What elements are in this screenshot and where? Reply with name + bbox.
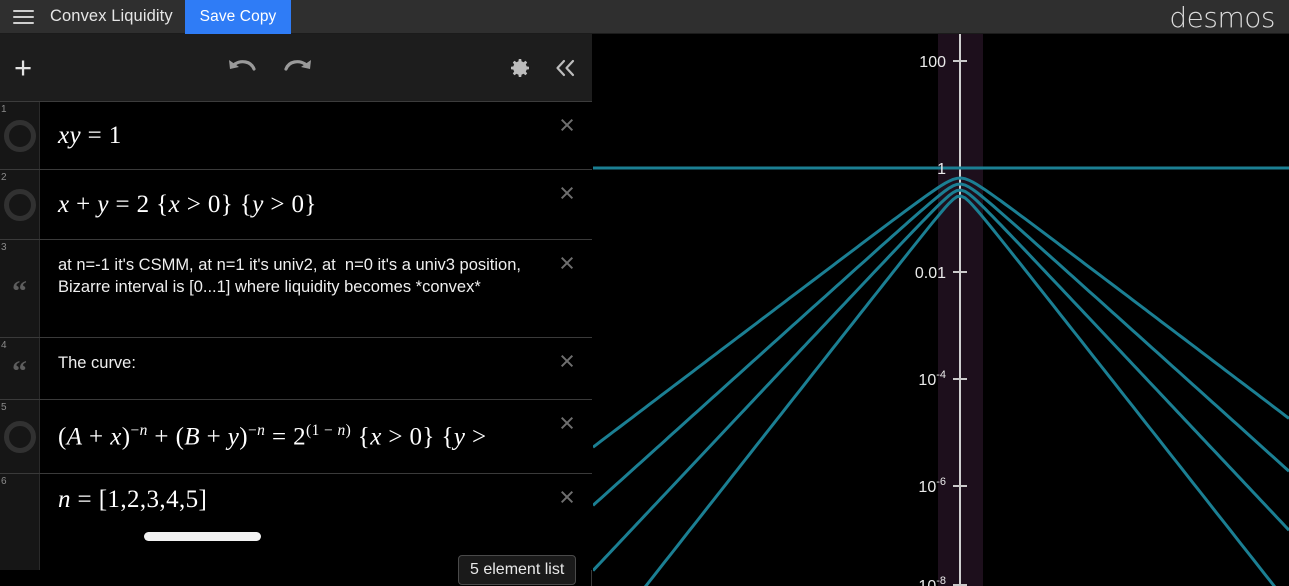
expression-panel: + 1 xy = 1 × 2 x + y = 2 {x > 0} {y > 0}… <box>0 34 592 586</box>
list-drag-handle[interactable] <box>144 532 261 541</box>
note-text: The curve: <box>58 354 136 372</box>
delete-expression-button[interactable]: × <box>554 484 580 511</box>
math-expression: n = [1,2,3,4,5] <box>58 486 208 513</box>
gear-icon[interactable] <box>508 56 532 80</box>
plot-toggle-circle[interactable] <box>3 188 36 221</box>
row-gutter: 1 <box>0 102 40 169</box>
double-chevron-left-icon[interactable] <box>552 56 578 80</box>
note-cell[interactable]: at n=-1 it's CSMM, at n=1 it's univ2, at… <box>40 240 592 337</box>
row-gutter: 4 “ <box>0 338 40 399</box>
undo-arrow-icon[interactable] <box>225 55 259 81</box>
top-navigation-bar: Convex Liquidity Save Copy desmos <box>0 0 1289 34</box>
row-index: 3 <box>1 242 7 253</box>
row-index: 6 <box>1 476 7 487</box>
svg-text:100: 100 <box>919 54 946 71</box>
row-gutter: 5 <box>0 400 40 473</box>
math-expression: x + y = 2 {x > 0} {y > 0} <box>58 190 317 218</box>
add-expression-button[interactable]: + <box>0 34 46 102</box>
expression-row[interactable]: 1 xy = 1 × <box>0 102 592 170</box>
plot-toggle-circle[interactable] <box>3 119 36 152</box>
delete-expression-button[interactable]: × <box>554 180 580 207</box>
row-index: 4 <box>1 340 7 351</box>
math-expression: (A + x)−n + (B + y)−n = 2(1 − n) {x > 0}… <box>58 421 487 451</box>
graph-canvas[interactable]: 10010.0110-410-610-8 <box>593 34 1289 586</box>
plot-toggle-circle[interactable] <box>3 420 36 453</box>
row-gutter: 2 <box>0 170 40 239</box>
expression-row[interactable]: 5 (A + x)−n + (B + y)−n = 2(1 − n) {x > … <box>0 400 592 474</box>
undo-redo-group <box>225 34 315 102</box>
desmos-logo: desmos <box>1169 0 1275 34</box>
delete-expression-button[interactable]: × <box>554 348 580 375</box>
redo-arrow-icon[interactable] <box>281 55 315 81</box>
save-copy-button[interactable]: Save Copy <box>184 0 292 34</box>
note-cell[interactable]: The curve: × <box>40 338 592 400</box>
expression-cell[interactable]: xy = 1 × <box>40 102 592 169</box>
expression-list: 1 xy = 1 × 2 x + y = 2 {x > 0} {y > 0} × <box>0 102 592 586</box>
quote-icon: “ <box>12 354 27 388</box>
quote-icon: “ <box>12 274 27 308</box>
svg-text:1: 1 <box>937 161 946 178</box>
desmos-app: Convex Liquidity Save Copy desmos + 1 xy… <box>0 0 1289 586</box>
graph-svg: 10010.0110-410-610-8 <box>593 34 1289 586</box>
list-tooltip: 5 element list <box>458 555 577 585</box>
delete-expression-button[interactable]: × <box>554 112 580 139</box>
hamburger-menu-icon[interactable] <box>6 0 40 34</box>
row-index: 5 <box>1 402 7 413</box>
expression-row[interactable]: 2 x + y = 2 {x > 0} {y > 0} × <box>0 170 592 240</box>
delete-expression-button[interactable]: × <box>554 410 580 437</box>
note-row[interactable]: 3 “ at n=-1 it's CSMM, at n=1 it's univ2… <box>0 240 592 338</box>
row-gutter: 6 <box>0 474 40 570</box>
row-index: 1 <box>1 104 7 115</box>
svg-text:0.01: 0.01 <box>915 265 946 282</box>
note-row[interactable]: 4 “ The curve: × <box>0 338 592 400</box>
expression-toolbar: + <box>0 34 592 102</box>
document-title: Convex Liquidity <box>50 7 173 25</box>
math-expression: xy = 1 <box>58 121 122 149</box>
expression-cell[interactable]: x + y = 2 {x > 0} {y > 0} × <box>40 170 592 239</box>
note-text: at n=-1 it's CSMM, at n=1 it's univ2, at… <box>58 256 526 296</box>
expression-cell[interactable]: (A + x)−n + (B + y)−n = 2(1 − n) {x > 0}… <box>40 400 592 473</box>
row-gutter: 3 “ <box>0 240 40 337</box>
row-index: 2 <box>1 172 7 183</box>
delete-expression-button[interactable]: × <box>554 250 580 277</box>
toolbar-right-group <box>508 34 578 102</box>
